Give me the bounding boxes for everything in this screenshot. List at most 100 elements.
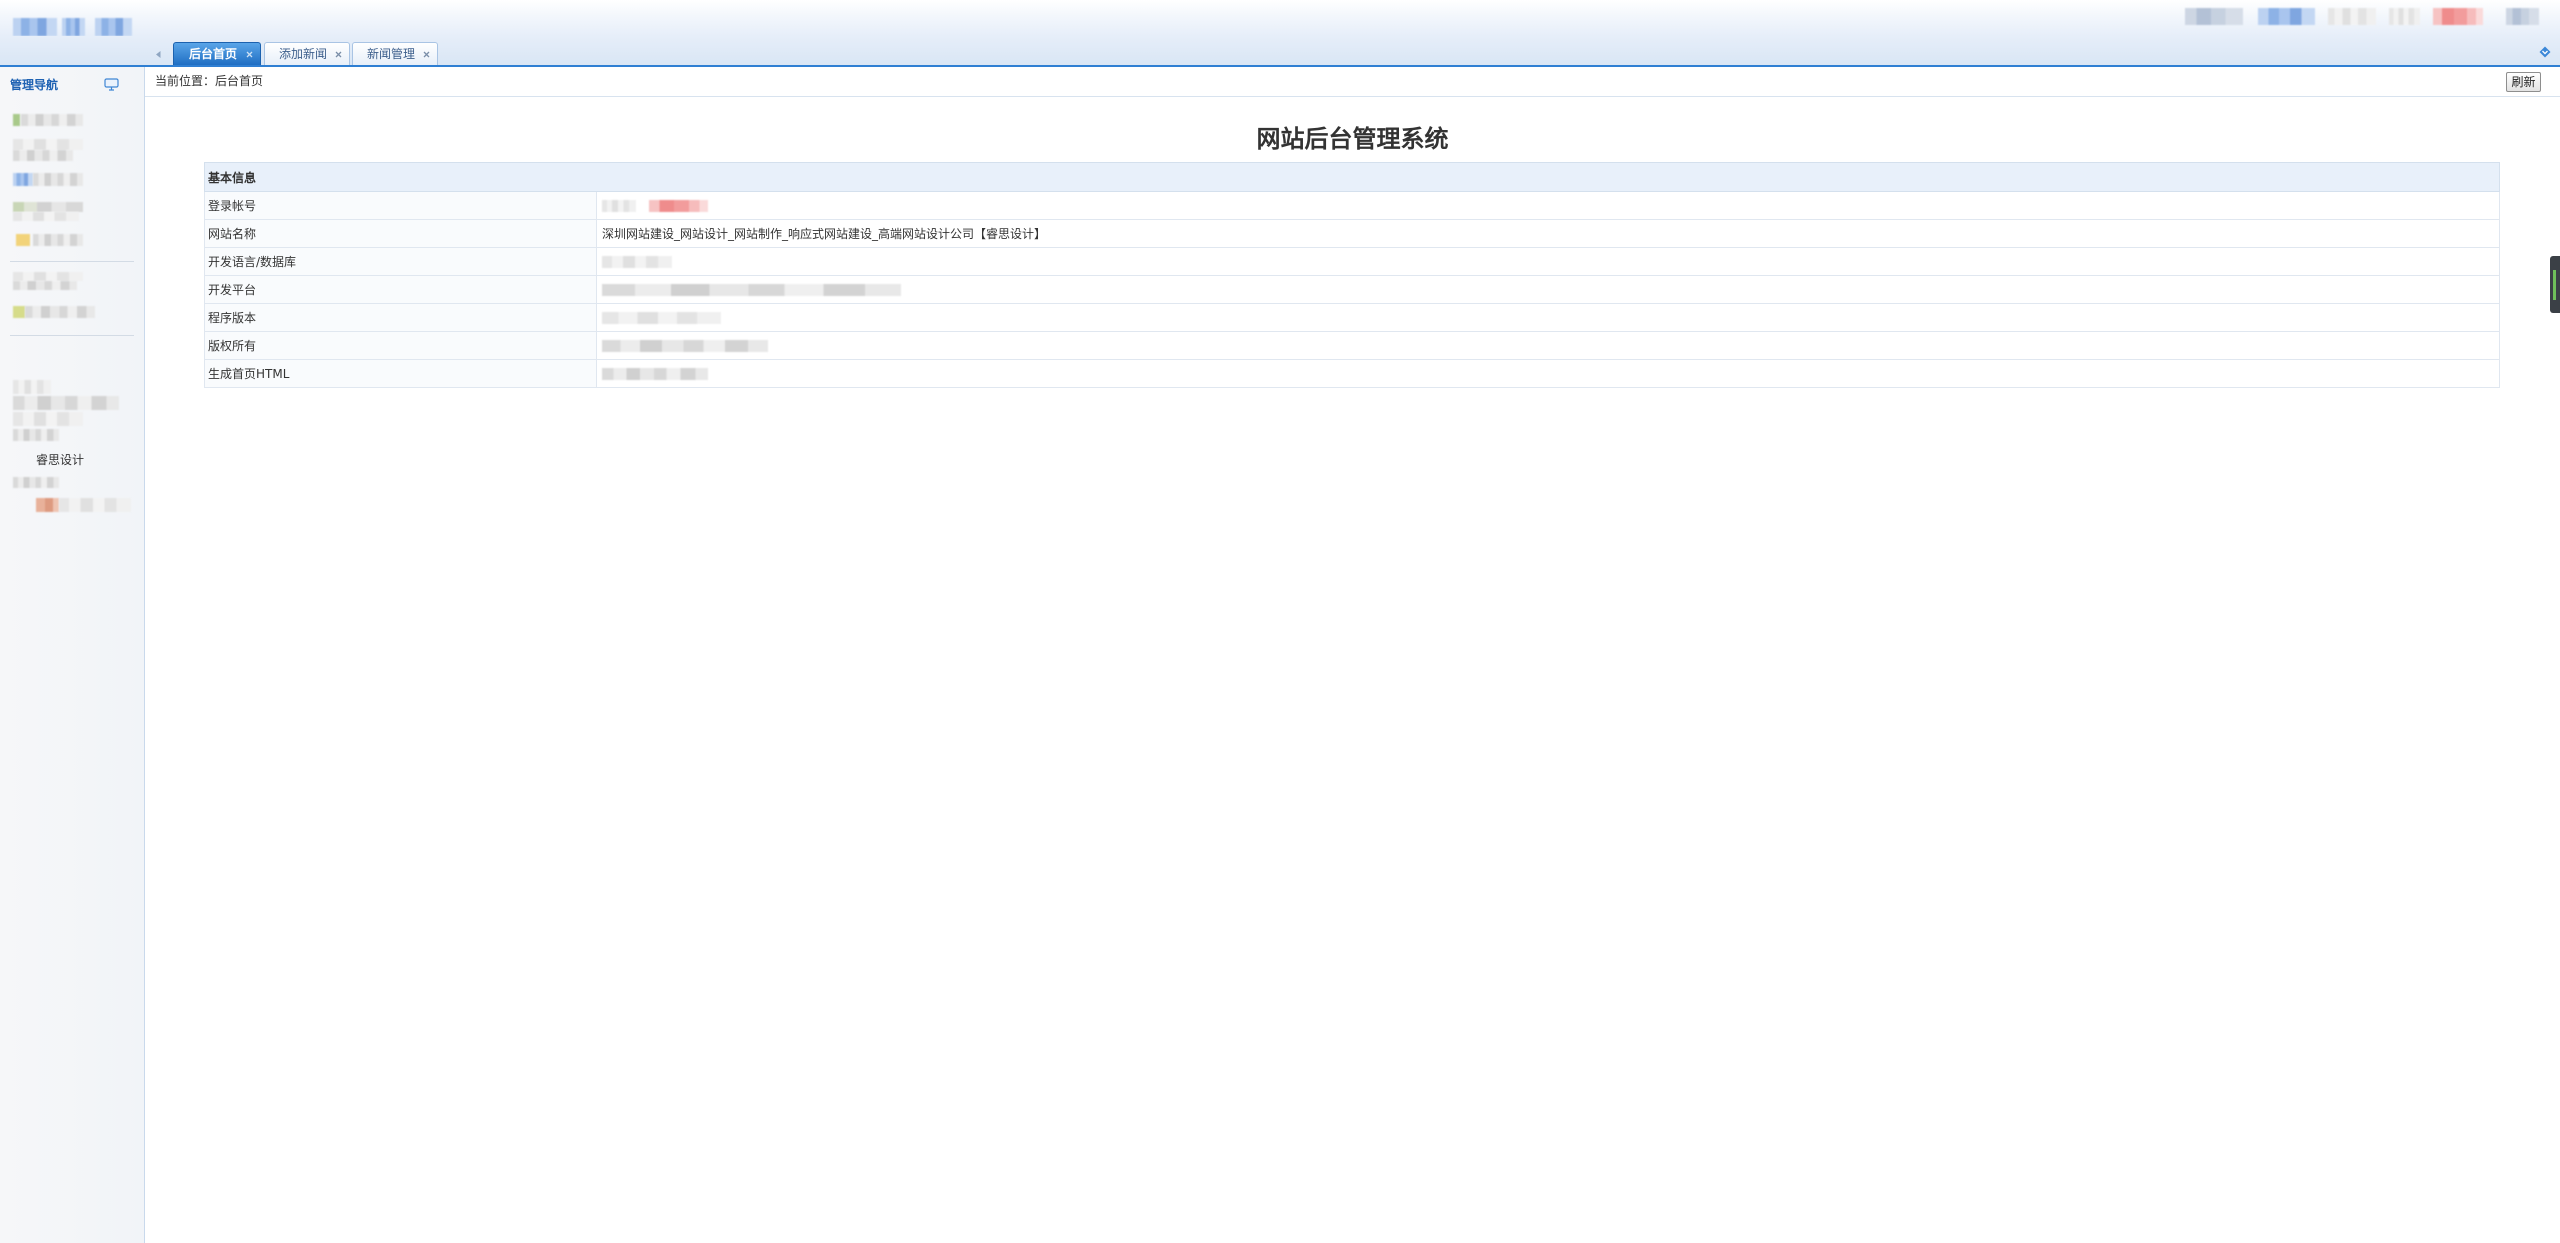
tab-bar: 后台首页 添加新闻 新闻管理 — [0, 36, 2560, 67]
redacted-text — [602, 256, 672, 268]
redacted-text — [36, 498, 59, 512]
redacted-text — [13, 477, 59, 488]
redacted-text — [13, 412, 83, 426]
close-icon[interactable] — [423, 51, 430, 58]
menu-icon — [13, 306, 25, 318]
sidebar-info-line — [36, 498, 131, 512]
app-window: 后台首页 添加新闻 新闻管理 管理导航 睿思设计 当前位置：后台首页 刷新 网站… — [0, 0, 2560, 1243]
row-value: 深圳网站建设_网站设计_网站制作_响应式网站建设_高端网站设计公司【睿思设计】 — [596, 219, 2500, 248]
table-row: 版权所有 — [204, 331, 2500, 360]
top-links — [2185, 8, 2540, 25]
row-label: 版权所有 — [204, 331, 597, 360]
table-row: 登录帐号 — [204, 191, 2500, 220]
table-row: 程序版本 — [204, 303, 2500, 332]
top-link[interactable] — [2185, 8, 2243, 25]
table-row: 开发平台 — [204, 275, 2500, 304]
table-row: 网站名称 深圳网站建设_网站设计_网站制作_响应式网站建设_高端网站设计公司【睿… — [204, 219, 2500, 248]
row-label: 程序版本 — [204, 303, 597, 332]
redacted-text — [13, 212, 79, 221]
sidebar-item[interactable] — [13, 272, 83, 290]
redacted-text — [602, 200, 636, 212]
redacted-text — [21, 114, 83, 126]
row-value — [596, 359, 2500, 388]
redacted-text — [25, 306, 95, 318]
breadcrumb: 当前位置：后台首页 — [155, 74, 264, 88]
redacted-text — [13, 396, 119, 410]
row-label: 登录帐号 — [204, 191, 597, 220]
logo-part — [13, 18, 57, 36]
table-header-row: 基本信息 — [204, 162, 2500, 192]
table-row: 生成首页HTML — [204, 359, 2500, 388]
tab-label: 后台首页 — [189, 47, 238, 61]
table-row: 开发语言/数据库 — [204, 247, 2500, 276]
top-link[interactable] — [2328, 8, 2376, 25]
close-icon[interactable] — [246, 51, 253, 58]
main-content: 当前位置：后台首页 刷新 网站后台管理系统 基本信息 登录帐号 网站名称 深圳网… — [145, 67, 2560, 1243]
sidebar-info-line — [13, 477, 59, 488]
breadcrumb-bar: 当前位置：后台首页 刷新 — [145, 67, 2560, 97]
top-header — [0, 0, 2560, 36]
redacted-text — [33, 173, 83, 186]
top-link[interactable] — [2389, 8, 2420, 25]
top-link[interactable] — [2506, 8, 2539, 25]
redacted-text — [13, 281, 77, 290]
sidebar-divider — [10, 261, 134, 262]
top-link[interactable] — [2433, 8, 2483, 25]
row-label: 开发平台 — [204, 275, 597, 304]
table-header: 基本信息 — [204, 162, 2500, 192]
redacted-text — [13, 272, 83, 281]
redacted-text — [13, 139, 83, 150]
sidebar-item[interactable] — [13, 234, 83, 246]
dock-indicator — [2553, 270, 2556, 300]
row-value — [596, 303, 2500, 332]
tab-news-manage[interactable]: 新闻管理 — [352, 42, 438, 65]
tab-label: 新闻管理 — [367, 47, 416, 61]
redacted-text — [33, 234, 83, 246]
redacted-text — [602, 340, 768, 352]
tab-home[interactable]: 后台首页 — [173, 42, 261, 65]
basic-info-table: 基本信息 登录帐号 网站名称 深圳网站建设_网站设计_网站制作_响应式网站建设_… — [204, 162, 2500, 388]
side-dock-tab[interactable] — [2550, 256, 2560, 313]
row-value — [596, 191, 2500, 220]
sidebar-item[interactable] — [13, 139, 83, 161]
close-icon[interactable] — [335, 51, 342, 58]
row-value — [596, 331, 2500, 360]
row-label: 生成首页HTML — [204, 359, 597, 388]
sidebar-item[interactable] — [13, 202, 83, 221]
redacted-text — [13, 150, 73, 161]
sidebar-item[interactable] — [13, 306, 95, 318]
sidebar: 管理导航 睿思设计 — [0, 67, 145, 1243]
row-label: 开发语言/数据库 — [204, 247, 597, 276]
tab-add-news[interactable]: 添加新闻 — [264, 42, 350, 65]
redacted-text — [13, 380, 51, 394]
menu-icon — [13, 173, 33, 186]
tab-label: 添加新闻 — [279, 47, 328, 61]
redacted-text — [602, 368, 708, 380]
site-name-value: 深圳网站建设_网站设计_网站制作_响应式网站建设_高端网站设计公司【睿思设计】 — [602, 226, 1047, 241]
redacted-text — [13, 429, 59, 441]
row-value — [596, 275, 2500, 304]
sidebar-item[interactable] — [13, 114, 83, 126]
logo-part — [62, 18, 85, 36]
arrow-left-icon[interactable] — [154, 48, 163, 58]
sidebar-info-line — [13, 380, 119, 426]
row-label: 网站名称 — [204, 219, 597, 248]
sidebar-title: 管理导航 — [10, 78, 59, 92]
folder-icon — [16, 234, 30, 246]
logo — [13, 18, 133, 36]
redacted-text — [13, 202, 83, 212]
monitor-icon[interactable] — [104, 78, 119, 91]
top-link[interactable] — [2258, 8, 2315, 25]
arrow-down-icon[interactable] — [2539, 46, 2551, 58]
refresh-button[interactable]: 刷新 — [2506, 72, 2541, 92]
sidebar-item[interactable] — [13, 173, 83, 186]
sidebar-info-text: 睿思设计 — [36, 453, 85, 467]
logo-part — [95, 18, 132, 36]
row-value — [596, 247, 2500, 276]
menu-icon — [13, 114, 20, 126]
redacted-text — [649, 200, 708, 212]
redacted-text — [602, 312, 721, 324]
redacted-text — [602, 284, 901, 296]
page-title: 网站后台管理系统 — [1256, 125, 1449, 153]
redacted-text — [59, 498, 131, 512]
